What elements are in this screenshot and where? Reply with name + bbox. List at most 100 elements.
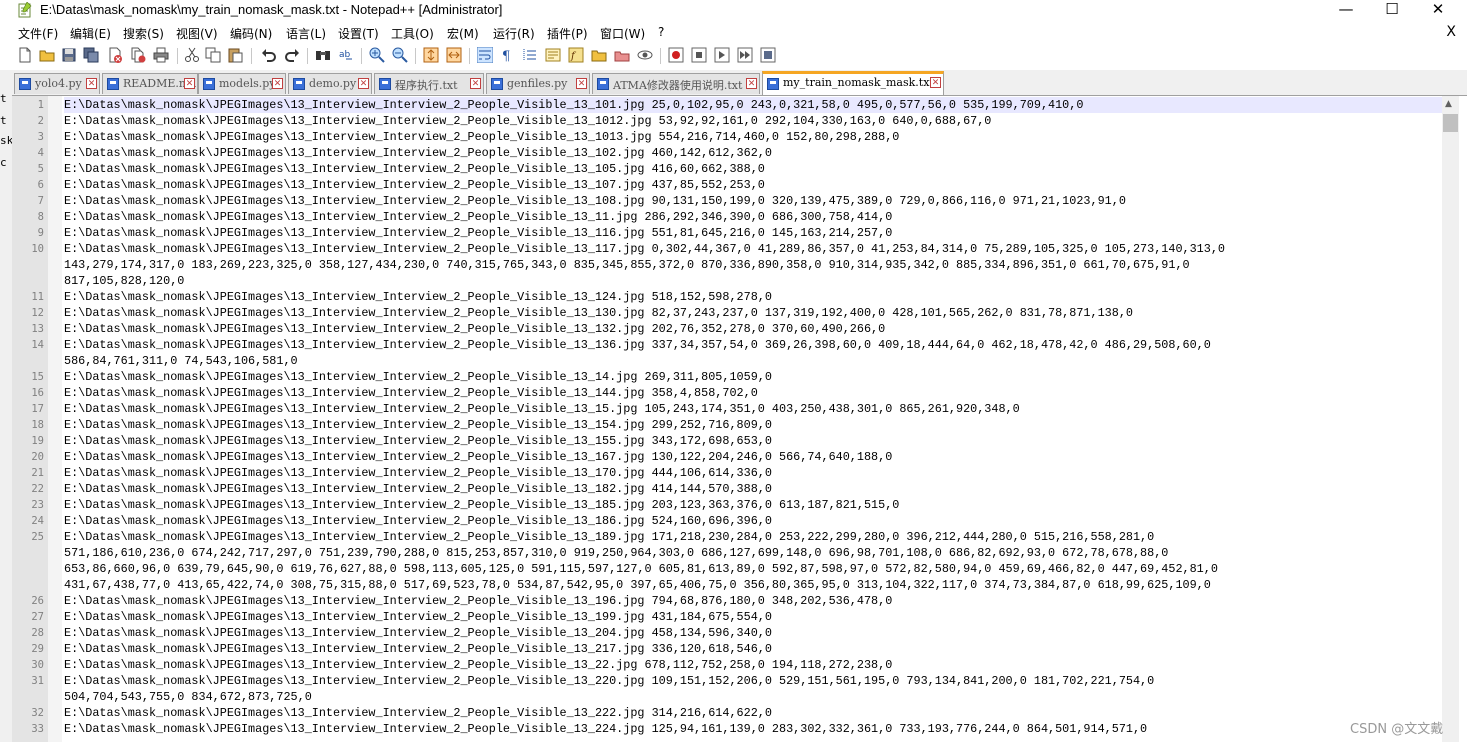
monitor-icon[interactable]: [637, 47, 653, 63]
editor-line[interactable]: 11 E:\Datas\mask_nomask\JPEGImages\13_Int…: [31, 289, 1442, 305]
editor-line[interactable]: 16 E:\Datas\mask_nomask\JPEGImages\13_Int…: [31, 385, 1442, 401]
editor-line[interactable]: 10 E:\Datas\mask_nomask\JPEGImages\13_Int…: [31, 241, 1442, 257]
record-macro-icon[interactable]: [668, 47, 684, 63]
indent-guide-icon[interactable]: [522, 47, 538, 63]
editor-line[interactable]: 653,86,660,96,0 639,79,645,90,0 619,76,6…: [64, 561, 1442, 577]
menu-macro[interactable]: 宏(M): [447, 25, 479, 42]
editor-line[interactable]: 15 E:\Datas\mask_nomask\JPEGImages\13_Int…: [31, 369, 1442, 385]
run-macro-multiple-icon[interactable]: [737, 47, 753, 63]
save-macro-icon[interactable]: [760, 47, 776, 63]
editor-line[interactable]: 33 E:\Datas\mask_nomask\JPEGImages\13_Int…: [31, 721, 1442, 737]
editor-line[interactable]: 19 E:\Datas\mask_nomask\JPEGImages\13_Int…: [31, 433, 1442, 449]
maximize-button[interactable]: ☐: [1369, 0, 1415, 22]
tab-program-exec[interactable]: 程序执行.txt ✕: [374, 73, 484, 94]
editor-line[interactable]: 5 E:\Datas\mask_nomask\JPEGImages\13_Inte…: [38, 161, 1442, 177]
sync-vertical-icon[interactable]: [423, 47, 439, 63]
editor-lines[interactable]: 1 E:\Datas\mask_nomask\JPEGImages\13_Inte…: [31, 97, 1442, 737]
find-icon[interactable]: [315, 47, 331, 63]
save-all-icon[interactable]: [83, 47, 99, 63]
editor-line[interactable]: 13 E:\Datas\mask_nomask\JPEGImages\13_Int…: [31, 321, 1442, 337]
menu-edit[interactable]: 编辑(E): [70, 25, 111, 42]
tab-my-train-nomask-mask[interactable]: my_train_nomask_mask.txt ✕: [762, 71, 944, 95]
tab-close-icon[interactable]: ✕: [86, 78, 97, 89]
open-file-icon[interactable]: [39, 47, 55, 63]
doc-map-icon[interactable]: [545, 47, 561, 63]
editor-line[interactable]: 586,84,761,311,0 74,543,106,581,0: [64, 353, 1442, 369]
editor-line[interactable]: 504,704,543,755,0 834,672,873,725,0: [64, 689, 1442, 705]
editor-line[interactable]: 31 E:\Datas\mask_nomask\JPEGImages\13_Int…: [31, 673, 1442, 689]
zoom-out-icon[interactable]: [392, 47, 408, 63]
menu-run[interactable]: 运行(R): [493, 25, 535, 42]
folder-closed-icon[interactable]: [614, 47, 630, 63]
play-macro-icon[interactable]: [714, 47, 730, 63]
tab-close-icon[interactable]: ✕: [272, 78, 283, 89]
editor-line[interactable]: 22 E:\Datas\mask_nomask\JPEGImages\13_Int…: [31, 481, 1442, 497]
editor-line[interactable]: 143,279,174,317,0 183,269,223,325,0 358,…: [64, 257, 1442, 273]
replace-icon[interactable]: ab: [338, 47, 354, 63]
menu-view[interactable]: 视图(V): [176, 25, 218, 42]
tab-readme[interactable]: README.md ✕: [102, 73, 198, 94]
editor-line[interactable]: 23 E:\Datas\mask_nomask\JPEGImages\13_Int…: [31, 497, 1442, 513]
menu-help[interactable]: ?: [658, 25, 664, 39]
editor-line[interactable]: 2 E:\Datas\mask_nomask\JPEGImages\13_Inte…: [38, 113, 1442, 129]
editor-line[interactable]: 9 E:\Datas\mask_nomask\JPEGImages\13_Inte…: [38, 225, 1442, 241]
editor-line[interactable]: 28 E:\Datas\mask_nomask\JPEGImages\13_Int…: [31, 625, 1442, 641]
vertical-scrollbar[interactable]: ▲: [1442, 96, 1459, 742]
editor-line[interactable]: 1 E:\Datas\mask_nomask\JPEGImages\13_Inte…: [38, 97, 1442, 113]
paste-icon[interactable]: [227, 47, 243, 63]
editor-line[interactable]: 7 E:\Datas\mask_nomask\JPEGImages\13_Inte…: [38, 193, 1442, 209]
menu-search[interactable]: 搜索(S): [123, 25, 164, 42]
menu-file[interactable]: 文件(F): [18, 25, 58, 42]
tab-demo[interactable]: demo.py ✕: [288, 73, 372, 94]
close-all-icon[interactable]: [130, 47, 146, 63]
editor-line[interactable]: 24 E:\Datas\mask_nomask\JPEGImages\13_Int…: [31, 513, 1442, 529]
scrollbar-thumb[interactable]: [1443, 114, 1458, 132]
tab-close-icon[interactable]: ✕: [930, 77, 941, 88]
new-file-icon[interactable]: [17, 47, 33, 63]
function-list-icon[interactable]: f: [568, 47, 584, 63]
editor-line[interactable]: 18 E:\Datas\mask_nomask\JPEGImages\13_Int…: [31, 417, 1442, 433]
word-wrap-icon[interactable]: [477, 47, 493, 63]
editor-line[interactable]: 29 E:\Datas\mask_nomask\JPEGImages\13_Int…: [31, 641, 1442, 657]
tab-atma-guide[interactable]: ATMA修改器使用说明.txt ✕: [592, 73, 760, 94]
tab-yolo4[interactable]: yolo4.py ✕: [14, 73, 100, 94]
editor-line[interactable]: 25 E:\Datas\mask_nomask\JPEGImages\13_Int…: [31, 529, 1442, 545]
editor-line[interactable]: 32 E:\Datas\mask_nomask\JPEGImages\13_Int…: [31, 705, 1442, 721]
editor-line[interactable]: 431,67,438,77,0 413,65,422,74,0 308,75,3…: [64, 577, 1442, 593]
close-icon[interactable]: [107, 47, 123, 63]
stop-record-icon[interactable]: [691, 47, 707, 63]
scroll-up-icon[interactable]: ▲: [1445, 99, 1452, 109]
close-window-button[interactable]: ✕: [1415, 0, 1461, 22]
menu-tools[interactable]: 工具(O): [391, 25, 434, 42]
menu-settings[interactable]: 设置(T): [338, 25, 379, 42]
folder-workspace-icon[interactable]: [591, 47, 607, 63]
editor-line[interactable]: 817,105,828,120,0: [64, 273, 1442, 289]
close-document-button[interactable]: X: [1446, 24, 1456, 40]
editor-line[interactable]: 12 E:\Datas\mask_nomask\JPEGImages\13_Int…: [31, 305, 1442, 321]
editor-line[interactable]: 14 E:\Datas\mask_nomask\JPEGImages\13_Int…: [31, 337, 1442, 353]
sync-horizontal-icon[interactable]: [446, 47, 462, 63]
tab-close-icon[interactable]: ✕: [358, 78, 369, 89]
editor-line[interactable]: 3 E:\Datas\mask_nomask\JPEGImages\13_Inte…: [38, 129, 1442, 145]
editor-line[interactable]: 30 E:\Datas\mask_nomask\JPEGImages\13_Int…: [31, 657, 1442, 673]
menu-window[interactable]: 窗口(W): [600, 25, 645, 42]
editor-line[interactable]: 21 E:\Datas\mask_nomask\JPEGImages\13_Int…: [31, 465, 1442, 481]
tab-close-icon[interactable]: ✕: [470, 78, 481, 89]
cut-icon[interactable]: [184, 47, 200, 63]
editor-line[interactable]: 20 E:\Datas\mask_nomask\JPEGImages\13_Int…: [31, 449, 1442, 465]
save-icon[interactable]: [61, 47, 77, 63]
tab-close-icon[interactable]: ✕: [576, 78, 587, 89]
tab-close-icon[interactable]: ✕: [184, 78, 195, 89]
print-icon[interactable]: [153, 47, 169, 63]
menu-language[interactable]: 语言(L): [286, 25, 326, 42]
tab-models[interactable]: models.py ✕: [198, 73, 286, 94]
text-editor[interactable]: 1 E:\Datas\mask_nomask\JPEGImages\13_Inte…: [12, 96, 1442, 742]
show-all-chars-icon[interactable]: ¶: [499, 47, 515, 63]
editor-line[interactable]: 571,186,610,236,0 674,242,717,297,0 751,…: [64, 545, 1442, 561]
menu-encoding[interactable]: 编码(N): [230, 25, 272, 42]
tab-genfiles[interactable]: genfiles.py ✕: [486, 73, 590, 94]
editor-line[interactable]: 8 E:\Datas\mask_nomask\JPEGImages\13_Inte…: [38, 209, 1442, 225]
redo-icon[interactable]: [284, 47, 300, 63]
minimize-button[interactable]: —: [1323, 0, 1369, 22]
copy-icon[interactable]: [205, 47, 221, 63]
